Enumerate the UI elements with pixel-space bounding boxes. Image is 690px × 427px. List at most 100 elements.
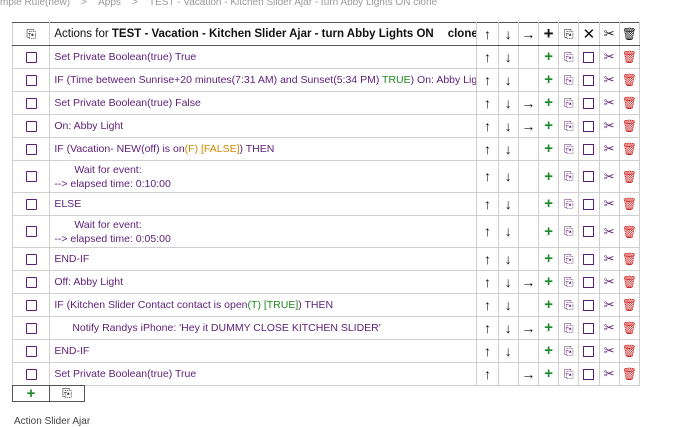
row-select-cell[interactable] [11, 160, 51, 193]
header-cancel-cell[interactable]: ✕ [578, 22, 600, 46]
cancel-cell[interactable] [578, 270, 600, 294]
delete-cell[interactable]: 🗑 [618, 247, 641, 271]
cut-cell[interactable]: ✂ [598, 114, 620, 138]
up-arrow-icon[interactable]: ↑ [484, 343, 491, 359]
action-text[interactable]: END-IF [54, 345, 89, 357]
move-up-cell[interactable]: ↑ [476, 270, 499, 294]
scissors-icon[interactable]: ✂ [604, 366, 615, 381]
scissors-icon[interactable]: ✂ [604, 251, 615, 266]
row-checkbox[interactable] [25, 51, 37, 63]
scissors-icon[interactable]: ✂ [604, 196, 615, 211]
copy-cell[interactable]: ⎘ [558, 45, 580, 69]
action-line[interactable]: Wait for event: [54, 218, 476, 232]
row-select-cell[interactable] [11, 192, 51, 216]
action-text[interactable]: IF (Time between Sunrise+20 minutes(7:31… [54, 74, 476, 86]
plus-icon[interactable]: + [544, 117, 553, 134]
cancel-cell[interactable] [578, 45, 600, 69]
row-select-cell[interactable] [11, 362, 51, 386]
scissors-icon[interactable]: ✂ [604, 49, 615, 64]
footer-copy-cell[interactable]: ⎘ [49, 385, 85, 402]
up-arrow-icon[interactable]: ↑ [484, 196, 491, 212]
indent-cell[interactable]: → [517, 91, 539, 115]
copy-cell[interactable]: ⎘ [558, 114, 580, 138]
scissors-icon[interactable]: ✂ [604, 169, 615, 184]
copy-icon[interactable]: ⎘ [564, 197, 574, 211]
copy-cell[interactable]: ⎘ [558, 160, 580, 193]
trash-icon[interactable]: 🗑 [622, 344, 637, 358]
right-arrow-icon[interactable]: → [521, 274, 535, 290]
cancel-checkbox[interactable] [583, 51, 595, 63]
down-arrow-icon[interactable]: ↓ [505, 118, 512, 134]
action-text[interactable]: Off: Abby Light [54, 276, 123, 288]
down-arrow-icon[interactable]: ↓ [505, 49, 512, 65]
action-text[interactable]: Set Private Boolean(true) False [54, 97, 201, 109]
move-up-cell[interactable]: ↑ [476, 215, 499, 248]
action-text[interactable]: Notify Randys iPhone: 'Hey it DUMMY CLOS… [54, 322, 380, 334]
cancel-cell[interactable] [578, 247, 600, 271]
cancel-cell[interactable] [578, 68, 600, 92]
copy-all-icon[interactable]: ⎘ [26, 27, 36, 41]
row-checkbox[interactable] [25, 171, 37, 183]
row-select-cell[interactable] [11, 270, 51, 294]
copy-icon[interactable]: ⎘ [564, 252, 574, 266]
trash-icon[interactable]: 🗑 [622, 96, 637, 110]
move-down-cell[interactable]: ↓ [497, 160, 519, 193]
cut-cell[interactable]: ✂ [598, 339, 620, 363]
cancel-cell[interactable] [578, 91, 600, 115]
delete-cell[interactable]: 🗑 [618, 68, 641, 92]
row-checkbox[interactable] [25, 345, 37, 357]
action-text[interactable]: IF (Kitchen Slider Contact contact is op… [54, 299, 333, 311]
action-description[interactable]: Set Private Boolean(true) True [49, 45, 478, 69]
row-checkbox[interactable] [25, 120, 37, 132]
trash-icon[interactable]: 🗑 [622, 50, 637, 64]
cancel-cell[interactable] [578, 114, 600, 138]
move-down-cell[interactable]: ↓ [497, 293, 519, 317]
cut-cell[interactable]: ✂ [598, 247, 620, 271]
trash-icon[interactable]: 🗑 [622, 252, 637, 266]
down-arrow-icon[interactable]: ↓ [505, 297, 512, 313]
up-arrow-icon[interactable]: ↑ [484, 49, 491, 65]
cancel-cell[interactable] [578, 316, 600, 340]
action-description[interactable]: Off: Abby Light [49, 270, 478, 294]
insert-cell[interactable]: + [537, 270, 560, 294]
row-select-cell[interactable] [11, 137, 51, 161]
action-description[interactable]: Notify Randys iPhone: 'Hey it DUMMY CLOS… [49, 316, 478, 340]
copy-icon[interactable]: ⎘ [564, 344, 574, 358]
cancel-checkbox[interactable] [583, 74, 595, 86]
move-up-cell[interactable]: ↑ [476, 362, 499, 386]
copy-icon[interactable]: ⎘ [564, 224, 574, 238]
copy-icon[interactable]: ⎘ [564, 169, 574, 183]
row-select-cell[interactable] [11, 68, 51, 92]
up-arrow-icon[interactable]: ↑ [484, 320, 491, 336]
insert-cell[interactable]: + [537, 316, 560, 340]
row-checkbox[interactable] [25, 299, 37, 311]
cut-cell[interactable]: ✂ [598, 362, 620, 386]
row-select-cell[interactable] [11, 45, 51, 69]
insert-cell[interactable]: + [537, 362, 560, 386]
plus-icon[interactable]: + [544, 342, 553, 359]
plus-icon[interactable]: + [544, 71, 553, 88]
row-select-cell[interactable] [11, 316, 51, 340]
delete-cell[interactable]: 🗑 [618, 192, 641, 216]
row-select-cell[interactable] [11, 91, 51, 115]
plus-icon[interactable]: + [544, 319, 553, 336]
cancel-checkbox[interactable] [583, 143, 595, 155]
cancel-checkbox[interactable] [583, 120, 595, 132]
insert-cell[interactable]: + [537, 68, 560, 92]
up-arrow-icon[interactable]: ↑ [484, 251, 491, 267]
down-arrow-icon[interactable]: ↓ [505, 72, 512, 88]
copy-icon[interactable]: ⎘ [564, 298, 574, 312]
move-down-cell[interactable]: ↓ [497, 91, 519, 115]
indent-cell[interactable]: → [517, 270, 539, 294]
move-down-cell[interactable]: ↓ [497, 270, 519, 294]
add-action-button[interactable]: + [27, 385, 36, 402]
delete-cell[interactable]: 🗑 [618, 114, 641, 138]
action-text[interactable]: IF (Vacation- NEW(off) is on(F) [FALSE])… [54, 143, 274, 155]
cancel-checkbox[interactable] [583, 97, 595, 109]
cut-cell[interactable]: ✂ [598, 91, 620, 115]
down-arrow-icon[interactable]: ↓ [505, 251, 512, 267]
copy-cell[interactable]: ⎘ [558, 91, 580, 115]
copy-cell[interactable]: ⎘ [558, 339, 580, 363]
action-line[interactable]: --> elapsed time: 0:10:00 [54, 177, 476, 191]
cancel-checkbox[interactable] [583, 226, 595, 238]
